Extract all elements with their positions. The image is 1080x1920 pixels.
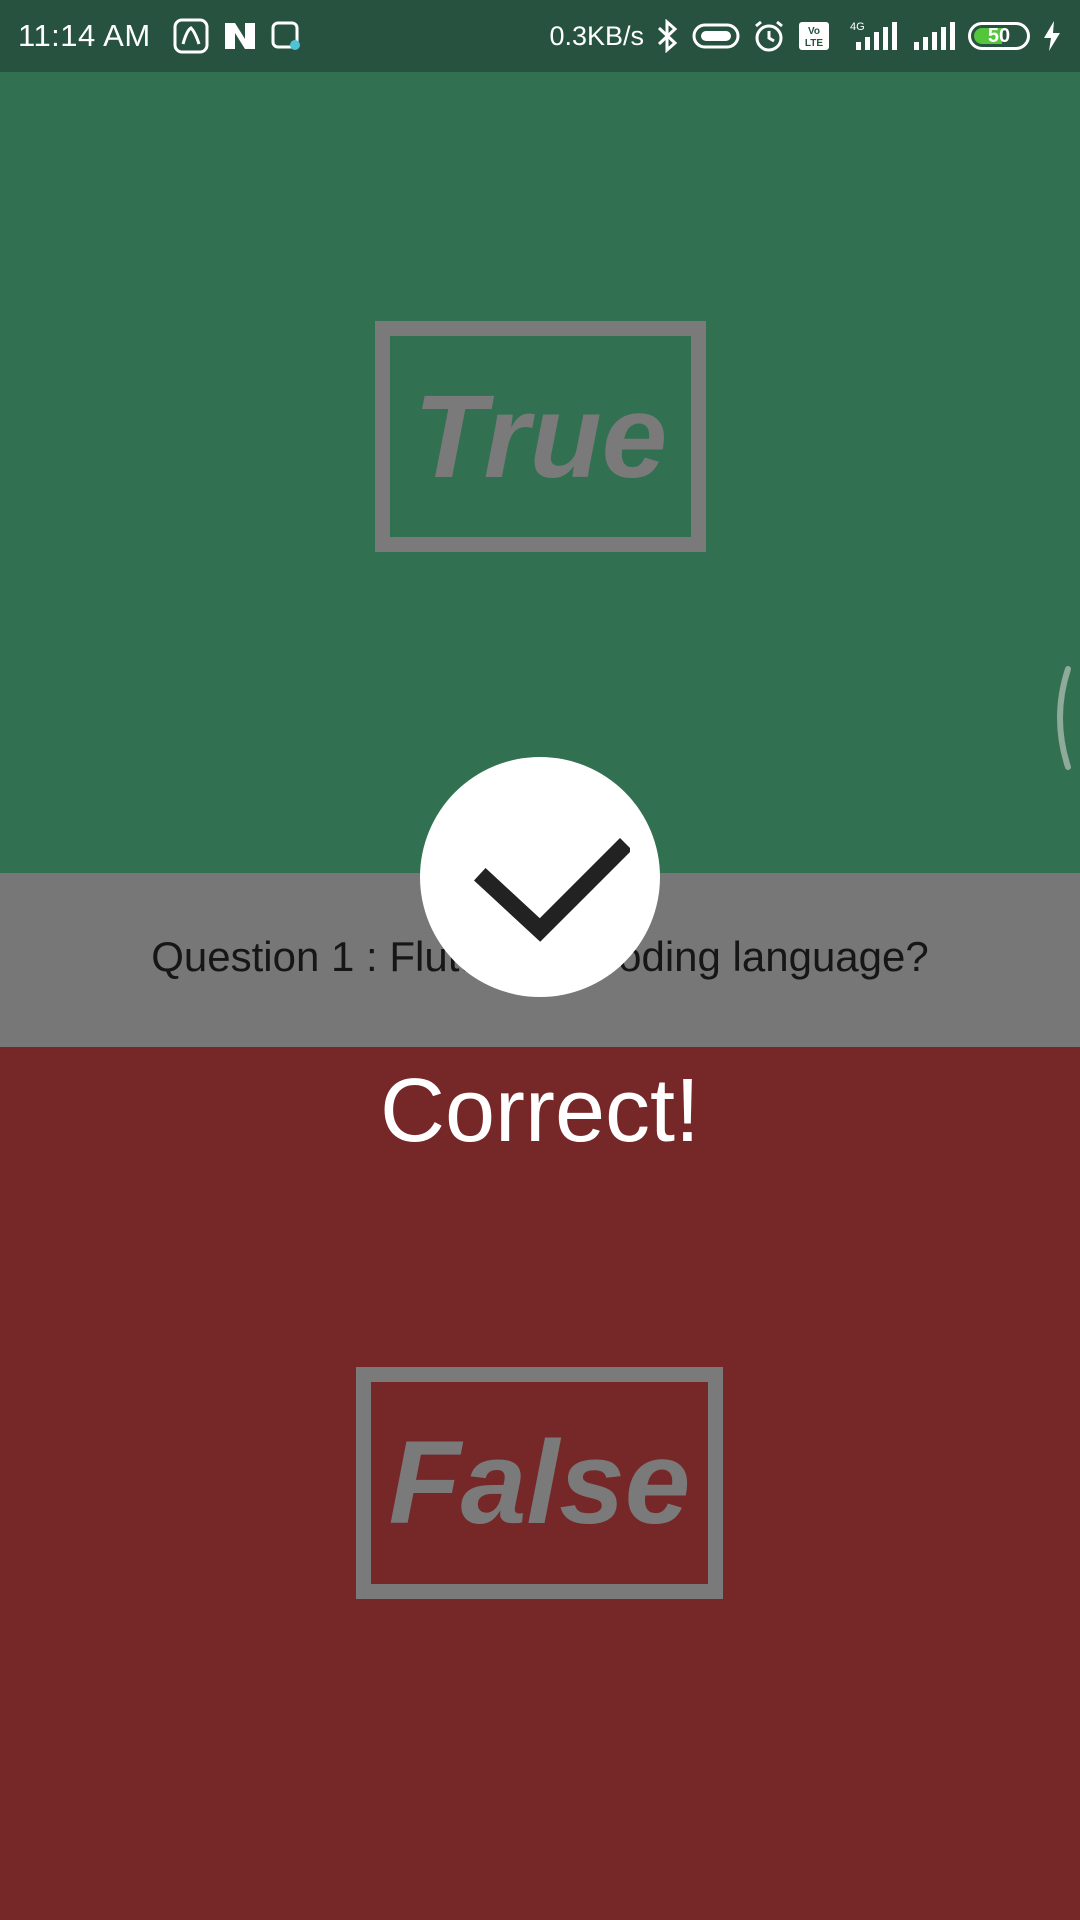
charging-icon [1042,20,1062,52]
svg-text:LTE: LTE [805,38,823,49]
vpn-key-icon [692,22,740,50]
n-app-icon [223,21,257,51]
true-label: True [413,370,668,503]
status-bar: 11:14 AM 0.3KB/s Vo LTE 4G 50 [0,0,1080,72]
feedback-circle [420,757,660,997]
status-right: 0.3KB/s Vo LTE 4G 50 [549,19,1062,53]
network-speed: 0.3KB/s [549,20,644,51]
signal-4g-icon: 4G [842,20,900,52]
svg-text:4G: 4G [850,21,865,33]
false-section[interactable]: False [0,1047,1080,1920]
volte-icon: Vo LTE [798,21,830,51]
alarm-icon [752,19,786,53]
bluetooth-icon [656,19,680,53]
false-button[interactable]: False [356,1367,723,1599]
true-button[interactable]: True [375,321,706,552]
battery-level: 50 [987,24,1011,47]
checkmark-icon [473,837,630,942]
false-label: False [388,1417,691,1549]
edge-handle[interactable] [1046,663,1080,773]
saavn-icon [173,18,209,54]
status-time: 11:14 AM [18,18,151,53]
feedback-text: Correct! [379,1061,701,1161]
signal-icon [912,20,956,52]
true-section[interactable]: True [0,72,1080,873]
svg-text:Vo: Vo [808,26,820,37]
saavn-notify-icon [271,21,301,51]
battery-icon: 50 [968,22,1030,50]
status-left: 11:14 AM [18,18,301,54]
